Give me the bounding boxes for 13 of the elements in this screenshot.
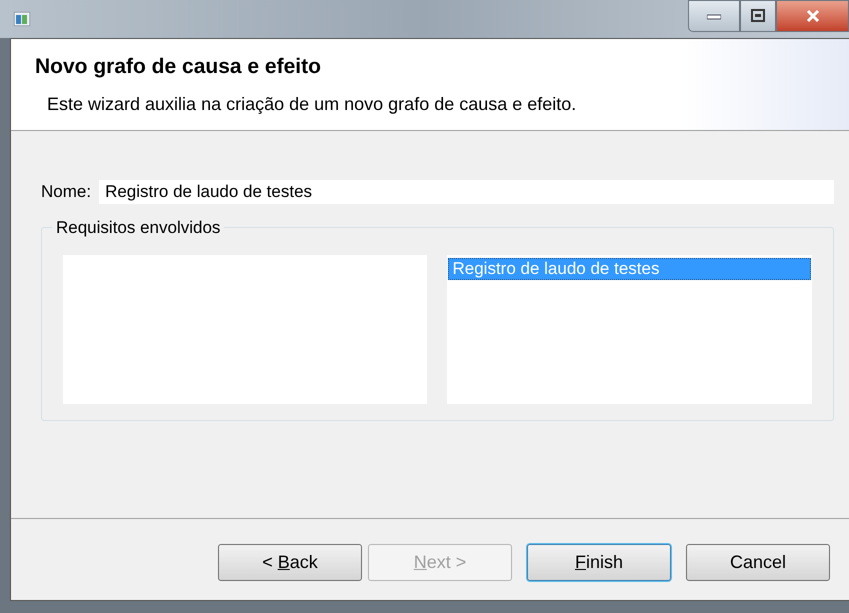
wizard-title: Novo grafo de causa e efeito (35, 54, 321, 80)
wizard-button[interactable]: Finish (527, 544, 671, 581)
app-icon (14, 12, 30, 26)
maximize-button[interactable] (740, 0, 776, 32)
wizard-description: Este wizard auxilia na criação de um novo grafo de causa e efeito. (47, 92, 576, 116)
wizard-button[interactable]: < Back (218, 544, 362, 581)
field-label: Nome: (41, 181, 92, 203)
wizard-button[interactable]: Cancel (686, 544, 830, 581)
maximize-icon (751, 9, 765, 23)
minimize-button[interactable] (688, 0, 740, 32)
close-icon (806, 9, 820, 23)
name-field[interactable]: Registro de laudo de testes (99, 180, 834, 204)
close-button[interactable] (776, 0, 849, 32)
